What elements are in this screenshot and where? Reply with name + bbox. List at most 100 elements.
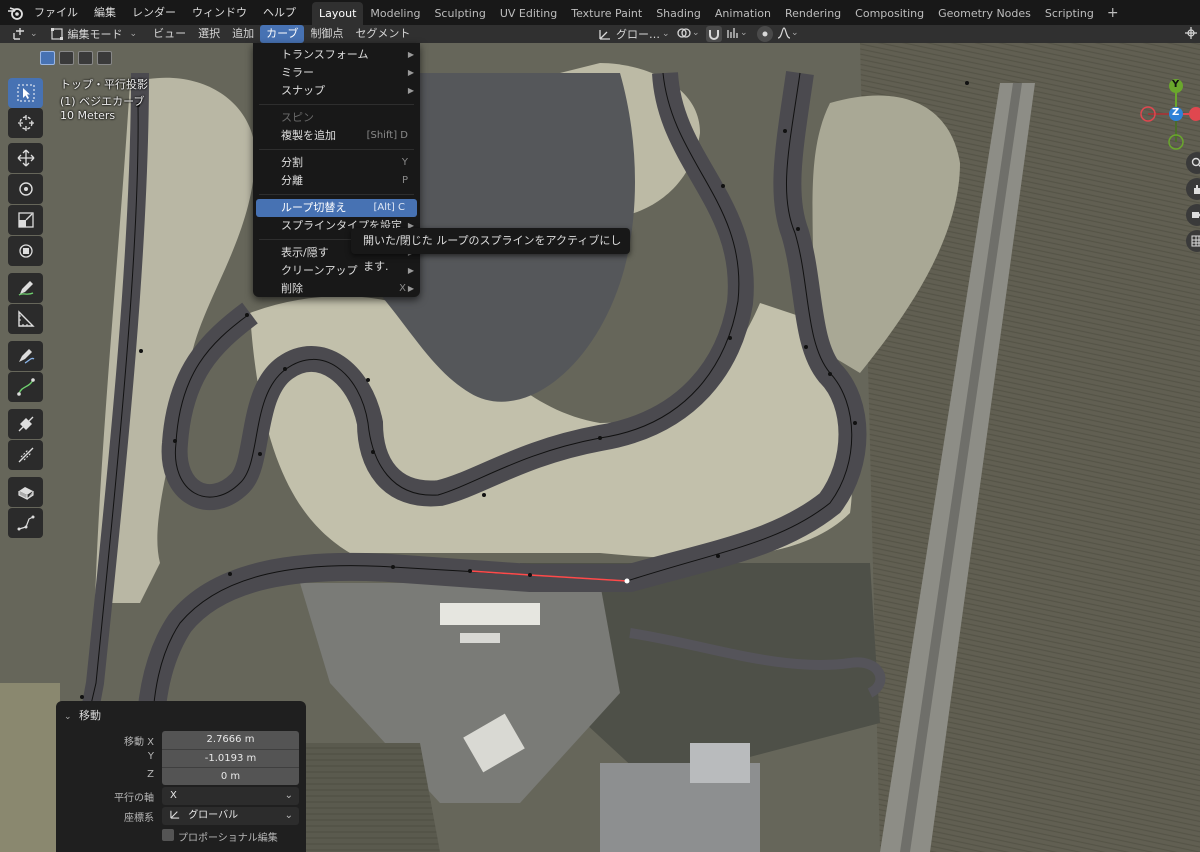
select-subtract-button[interactable] (78, 51, 93, 65)
tab-rendering[interactable]: Rendering (778, 2, 848, 25)
tab-animation[interactable]: Animation (708, 2, 778, 25)
transform-tool[interactable] (8, 236, 43, 266)
transform-pivot-icon (13, 28, 24, 40)
randomize-tool[interactable] (8, 508, 43, 538)
menu-item-label: ループ切替え (281, 201, 347, 214)
pen-tool[interactable] (8, 372, 43, 402)
pencil-icon (18, 281, 33, 296)
menu-item-label: スナップ (281, 84, 325, 97)
tab-compositing[interactable]: Compositing (848, 2, 931, 25)
chevron-down-icon: ⌄ (740, 28, 748, 38)
panel-header[interactable]: ⌄ 移動 (64, 707, 101, 723)
select-new-button[interactable] (40, 51, 55, 65)
viewport-options-button[interactable] (1184, 26, 1198, 43)
menu-edit[interactable]: 編集 (86, 0, 124, 25)
proportional-edit-checkbox[interactable] (162, 829, 174, 841)
menu-item-label: スピン (281, 111, 314, 124)
tab-scripting[interactable]: Scripting (1038, 2, 1101, 25)
curve-menu-item[interactable]: 分割 Y (253, 154, 420, 172)
curve-menu-item[interactable]: ミラー ▶ (253, 64, 420, 82)
pivot-selector[interactable]: ⌄ (676, 26, 700, 40)
annotate-tool[interactable] (8, 273, 43, 303)
move-x-field[interactable]: 2.7666 m (162, 731, 299, 749)
move-z-field[interactable]: 0 m (162, 767, 299, 785)
vertex-random-icon (17, 515, 34, 531)
proportional-edit-icon (762, 31, 768, 37)
menu-item-label: 削除 (281, 282, 303, 295)
chevron-down-icon: ⌄ (284, 810, 293, 821)
curve-menu-item[interactable]: クリーンアップ ▶ (253, 262, 420, 280)
orientation-selector[interactable]: グロー… ⌄ (598, 25, 670, 43)
object-name-label: (1) ベジエカーブ (60, 95, 145, 108)
tab-sculpting[interactable]: Sculpting (427, 2, 492, 25)
move-y-label: Y (147, 751, 154, 762)
curve-menu-item[interactable]: トランスフォーム ▶ (253, 46, 420, 64)
radius-tool[interactable] (8, 440, 43, 470)
select-box-tool[interactable] (8, 78, 43, 108)
measure-tool[interactable] (8, 304, 43, 334)
gizmo-z-label: Z (1172, 107, 1180, 118)
view-name-label: トップ・平行投影 (60, 78, 148, 91)
snap-target-selector[interactable]: ⌄ (726, 26, 748, 40)
scale-label: 10 Meters (60, 109, 116, 122)
move-tool[interactable] (8, 143, 43, 173)
orientation-label: 座標系 (124, 813, 154, 824)
menu-help[interactable]: ヘルプ (255, 0, 304, 25)
tab-geometry-nodes[interactable]: Geometry Nodes (931, 2, 1038, 25)
snap-toggle[interactable] (706, 26, 722, 42)
curve-menu-item[interactable]: ループ切替え [Alt] C (256, 199, 417, 217)
draw-tool[interactable] (8, 341, 43, 371)
falloff-selector[interactable]: ⌄ (777, 26, 799, 40)
menu-render[interactable]: レンダー (124, 0, 184, 25)
cursor-tool[interactable] (8, 108, 43, 138)
select-extend-button[interactable] (59, 51, 74, 65)
tab-shading[interactable]: Shading (649, 2, 708, 25)
move-y-field[interactable]: -1.0193 m (162, 749, 299, 767)
navigation-gizmo[interactable]: Y Z (1140, 76, 1200, 152)
tilt-tool[interactable] (8, 409, 43, 439)
blender-logo-icon[interactable] (4, 0, 26, 25)
move-z-label: Z (147, 769, 154, 780)
mode-label: 編集モード (67, 28, 123, 41)
extrude-tool[interactable] (8, 477, 43, 507)
curve-menu-item[interactable]: スナップ ▶ (253, 82, 420, 100)
menu-add[interactable]: 追加 (226, 25, 260, 43)
scale-tool[interactable] (8, 205, 43, 235)
add-workspace-button[interactable]: + (1101, 5, 1125, 21)
curve-menu-item[interactable]: 分離 P (253, 172, 420, 190)
menu-view[interactable]: ビュー (147, 25, 192, 43)
constraint-axis-select[interactable]: X ⌄ (162, 787, 299, 805)
menu-item-label: トランスフォーム (281, 48, 369, 61)
chevron-down-icon: ⌄ (30, 29, 38, 39)
rotate-tool[interactable] (8, 174, 43, 204)
radius-icon (18, 447, 33, 463)
tab-uv-editing[interactable]: UV Editing (493, 2, 564, 25)
panel-title: 移動 (79, 709, 102, 722)
proportional-toggle[interactable] (757, 26, 773, 42)
menu-file[interactable]: ファイル (26, 0, 86, 25)
tab-modeling[interactable]: Modeling (363, 2, 427, 25)
tab-layout[interactable]: Layout (312, 2, 364, 25)
submenu-arrow-icon: ▶ (407, 68, 414, 77)
curve-menu-item[interactable]: 削除 X ▶ (253, 280, 420, 298)
menu-select[interactable]: 選択 (192, 25, 226, 43)
menu-control-points[interactable]: 制御点 (304, 25, 349, 43)
curve-menu-item[interactable]: 複製を追加 [Shift] D (253, 127, 420, 145)
mode-selector[interactable]: 編集モード ⌄ (46, 25, 142, 43)
menu-segments[interactable]: セグメント (349, 25, 416, 43)
tab-texture-paint[interactable]: Texture Paint (564, 2, 649, 25)
editor-type-selector[interactable]: ⌄ (8, 25, 42, 43)
constraint-axis-label: 平行の軸 (114, 793, 154, 804)
select-intersect-button[interactable] (97, 51, 112, 65)
menu-item-shortcut: P (401, 175, 408, 186)
gizmo-y-label: Y (1172, 79, 1180, 90)
falloff-curve-icon (777, 27, 791, 39)
orientation-select[interactable]: グローバル ⌄ (162, 807, 299, 825)
move-x-label: 移動 X (123, 737, 154, 748)
magnet-icon (709, 30, 719, 40)
menu-window[interactable]: ウィンドウ (184, 0, 255, 25)
transform-icon (18, 244, 33, 258)
edit-mode-icon (50, 28, 63, 40)
menu-curve[interactable]: カーブ (260, 25, 305, 43)
chevron-down-icon: ⌄ (284, 790, 293, 801)
